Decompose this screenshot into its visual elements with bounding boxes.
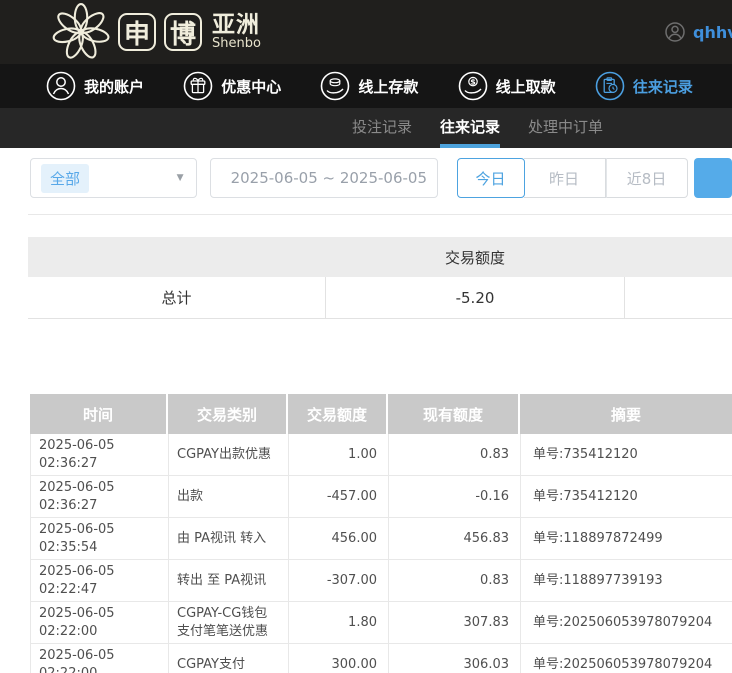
cell-summary: 单号:735412120 bbox=[521, 434, 732, 475]
cell-balance: 0.83 bbox=[389, 434, 521, 475]
col-header-amount: 交易额度 bbox=[288, 394, 388, 434]
search-button[interactable] bbox=[694, 158, 732, 198]
username-text: qhhv bbox=[693, 23, 732, 42]
summary-col-header: 交易额度 bbox=[325, 247, 625, 268]
main-navigation: 我的账户 优惠中心 线上存款 $ 线上取款 bbox=[0, 64, 732, 108]
logo-char-shen: 申 bbox=[118, 13, 156, 51]
cell-summary: 单号:735412120 bbox=[521, 476, 732, 517]
cell-type: CGPAY支付 bbox=[169, 644, 289, 673]
table-row: 2025-06-05 02:22:00 CGPAY-CG钱包支付笔笔送优惠 1.… bbox=[30, 602, 732, 644]
quick-date-buttons: 今日 昨日 近8日 bbox=[457, 158, 688, 198]
cell-amount: -457.00 bbox=[289, 476, 389, 517]
nav-my-account[interactable]: 我的账户 bbox=[46, 71, 183, 101]
cell-summary: 单号:202506053978079204 bbox=[521, 602, 732, 643]
nav-label: 优惠中心 bbox=[221, 76, 281, 97]
nav-transaction-records[interactable]: 往来记录 bbox=[595, 71, 732, 101]
table-row: 2025-06-05 02:22:47 转出 至 PA视讯 -307.00 0.… bbox=[30, 560, 732, 602]
section-divider bbox=[28, 214, 732, 215]
cell-time: 2025-06-05 02:35:54 bbox=[31, 518, 169, 559]
table-row: 2025-06-05 02:22:00 CGPAY支付 300.00 306.0… bbox=[30, 644, 732, 673]
cell-balance: 306.03 bbox=[389, 644, 521, 673]
table-row: 2025-06-05 02:35:54 由 PA视讯 转入 456.00 456… bbox=[30, 518, 732, 560]
col-header-summary: 摘要 bbox=[520, 394, 732, 434]
last-8-days-button[interactable]: 近8日 bbox=[606, 158, 688, 198]
withdraw-icon: $ bbox=[458, 71, 488, 101]
cell-balance: 0.83 bbox=[389, 560, 521, 601]
cell-amount: 300.00 bbox=[289, 644, 389, 673]
cell-time: 2025-06-05 02:36:27 bbox=[31, 476, 169, 517]
col-header-time: 时间 bbox=[30, 394, 168, 434]
brand-logo[interactable]: 申 博 亚洲 Shenbo bbox=[52, 3, 261, 61]
type-filter-dropdown[interactable]: 全部 ▼ bbox=[30, 158, 197, 198]
today-button[interactable]: 今日 bbox=[457, 158, 525, 198]
nav-label: 往来记录 bbox=[633, 76, 693, 97]
user-icon bbox=[46, 71, 76, 101]
tab-pending-orders[interactable]: 处理中订单 bbox=[528, 108, 603, 148]
cell-type: 由 PA视讯 转入 bbox=[169, 518, 289, 559]
nav-label: 我的账户 bbox=[84, 76, 144, 97]
tab-transaction-records[interactable]: 往来记录 bbox=[440, 108, 500, 148]
cell-time: 2025-06-05 02:22:00 bbox=[31, 602, 169, 643]
cell-type: CGPAY-CG钱包支付笔笔送优惠 bbox=[169, 602, 289, 643]
flower-logo-icon bbox=[52, 3, 110, 61]
filter-bar: 全部 ▼ 2025-06-05 ~ 2025-06-05 今日 昨日 近8日 bbox=[30, 158, 732, 198]
logo-subtitle-text: Shenbo bbox=[212, 37, 261, 51]
record-tabs: 投注记录 往来记录 处理中订单 bbox=[0, 108, 732, 148]
gift-icon bbox=[183, 71, 213, 101]
account-menu[interactable]: qhhv bbox=[664, 0, 732, 64]
svg-text:$: $ bbox=[470, 78, 476, 87]
cell-time: 2025-06-05 02:36:27 bbox=[31, 434, 169, 475]
deposit-icon bbox=[320, 71, 350, 101]
cell-type: 转出 至 PA视讯 bbox=[169, 560, 289, 601]
summary-table: 交易额度 总计 -5.20 bbox=[28, 237, 732, 319]
summary-total-value: -5.20 bbox=[325, 277, 625, 318]
tab-betting-records[interactable]: 投注记录 bbox=[352, 108, 412, 148]
chevron-down-icon: ▼ bbox=[177, 173, 184, 183]
nav-promotions[interactable]: 优惠中心 bbox=[183, 71, 320, 101]
date-range-value: 2025-06-05 ~ 2025-06-05 bbox=[231, 169, 427, 187]
transactions-table: 时间 交易类别 交易额度 现有额度 摘要 2025-06-05 02:36:27… bbox=[30, 394, 732, 673]
col-header-balance: 现有额度 bbox=[388, 394, 520, 434]
logo-wordmark: 亚洲 Shenbo bbox=[212, 13, 261, 51]
logo-char-bo: 博 bbox=[164, 13, 202, 51]
user-avatar-icon bbox=[664, 21, 686, 43]
nav-online-deposit[interactable]: 线上存款 bbox=[320, 71, 457, 101]
nav-label: 线上取款 bbox=[496, 76, 556, 97]
top-header: 申 博 亚洲 Shenbo qhhv bbox=[0, 0, 732, 64]
yesterday-button[interactable]: 昨日 bbox=[524, 158, 606, 198]
cell-time: 2025-06-05 02:22:00 bbox=[31, 644, 169, 673]
cell-balance: -0.16 bbox=[389, 476, 521, 517]
cell-amount: 456.00 bbox=[289, 518, 389, 559]
date-range-picker[interactable]: 2025-06-05 ~ 2025-06-05 bbox=[210, 158, 438, 198]
nav-label: 线上存款 bbox=[358, 76, 418, 97]
cell-time: 2025-06-05 02:22:47 bbox=[31, 560, 169, 601]
cell-type: 出款 bbox=[169, 476, 289, 517]
summary-total-label: 总计 bbox=[28, 287, 325, 308]
cell-amount: 1.80 bbox=[289, 602, 389, 643]
cell-summary: 单号:202506053978079204 bbox=[521, 644, 732, 673]
cell-type: CGPAY出款优惠 bbox=[169, 434, 289, 475]
summary-total-row: 总计 -5.20 bbox=[28, 277, 732, 319]
cell-amount: 1.00 bbox=[289, 434, 389, 475]
cell-summary: 单号:118897739193 bbox=[521, 560, 732, 601]
type-filter-value: 全部 bbox=[41, 164, 89, 193]
cell-balance: 456.83 bbox=[389, 518, 521, 559]
table-header-row: 时间 交易类别 交易额度 现有额度 摘要 bbox=[30, 394, 732, 434]
nav-online-withdraw[interactable]: $ 线上取款 bbox=[458, 71, 595, 101]
summary-header-row: 交易额度 bbox=[28, 237, 732, 277]
table-row: 2025-06-05 02:36:27 CGPAY出款优惠 1.00 0.83 … bbox=[30, 434, 732, 476]
cell-amount: -307.00 bbox=[289, 560, 389, 601]
logo-region-text: 亚洲 bbox=[212, 13, 261, 37]
cell-balance: 307.83 bbox=[389, 602, 521, 643]
table-row: 2025-06-05 02:36:27 出款 -457.00 -0.16 单号:… bbox=[30, 476, 732, 518]
col-header-type: 交易类别 bbox=[168, 394, 288, 434]
records-icon bbox=[595, 71, 625, 101]
cell-summary: 单号:118897872499 bbox=[521, 518, 732, 559]
